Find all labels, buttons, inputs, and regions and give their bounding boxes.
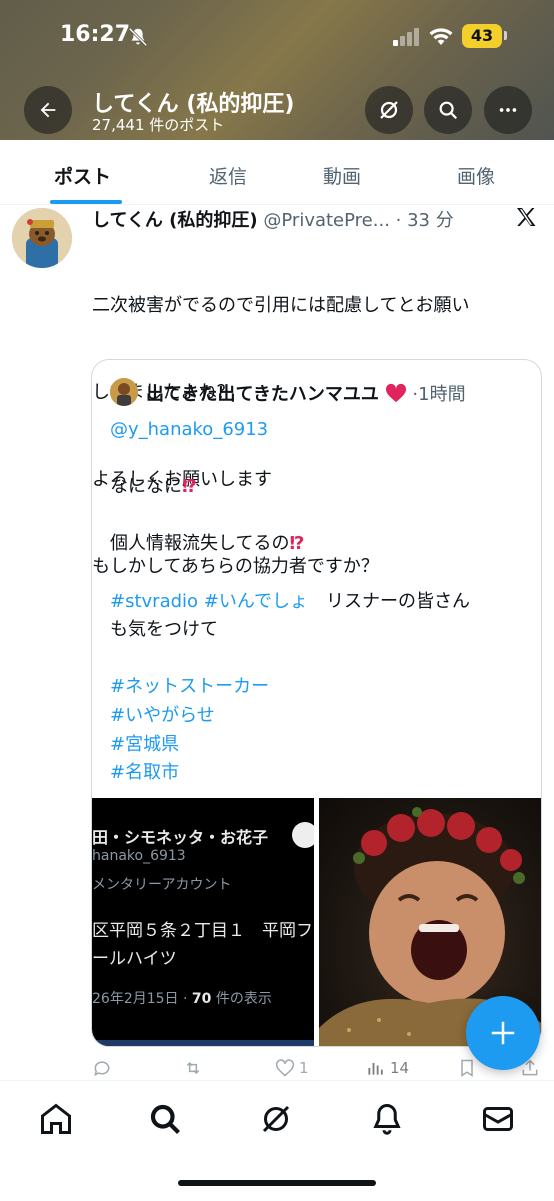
battery-indicator: 43 <box>462 24 502 48</box>
media-address-line: 区平岡５条２丁目１ 平岡フ <box>92 921 313 941</box>
quoted-body: @y_hanako_6913 なになに⁉ 個人情報流失してるの⁉ #stvrad… <box>110 416 530 788</box>
grok-icon <box>380 101 398 119</box>
media-views-count: 70 <box>191 991 212 1007</box>
reply-button[interactable] <box>92 1058 112 1078</box>
tab-videos[interactable]: 動画 <box>323 162 361 189</box>
grok-icon <box>262 1105 290 1133</box>
search-icon <box>150 1104 180 1134</box>
back-button[interactable] <box>24 86 72 134</box>
quoted-line: なになに⁉ <box>110 473 530 502</box>
profile-tabs: ポスト 返信 動画 画像 <box>0 142 554 205</box>
media-address-line: ールハイツ <box>92 949 177 969</box>
x-logo-icon[interactable] <box>514 205 538 229</box>
home-icon <box>41 1103 71 1134</box>
media-date-line: 26年2月15日 · 70 件の表示 <box>92 988 272 1008</box>
heart-icon <box>385 383 406 403</box>
nav-messages[interactable] <box>480 1101 516 1137</box>
grok-button[interactable] <box>365 86 413 134</box>
media-follow-button-fragment <box>292 822 314 848</box>
quoted-line-text: 個人情報流失してるの <box>110 533 290 555</box>
status-time: 16:27 <box>60 22 131 47</box>
hashtag[interactable]: #stvradio <box>110 591 198 612</box>
media-views-label: 件の表示 <box>211 991 272 1007</box>
more-button[interactable] <box>484 86 532 134</box>
post-author-handle[interactable]: @PrivatePre... <box>263 210 390 231</box>
notifications-icon <box>373 1103 401 1135</box>
messages-icon <box>483 1107 513 1131</box>
media-screenshot-image[interactable]: 田・シモネッタ・お花子 hanako_6913 メンタリーアカウント 区平岡５条… <box>92 798 314 1046</box>
bookmark-icon <box>461 1059 473 1077</box>
active-tab-indicator <box>50 200 122 204</box>
post-author-name[interactable]: してくん (私的抑圧) <box>92 210 258 231</box>
post-action-bar: 1 14 <box>0 1058 554 1082</box>
battery-tip <box>504 31 507 40</box>
hashtag[interactable]: #ネットストーカー <box>110 673 530 702</box>
media-date: 26年2月15日 · <box>92 991 192 1007</box>
repost-button[interactable] <box>183 1058 203 1078</box>
nav-search[interactable] <box>147 1101 183 1137</box>
nav-home[interactable] <box>38 1101 74 1137</box>
quoted-time: ·1時間 <box>412 384 466 405</box>
exclamation-question-emoji: ⁉ <box>289 533 305 555</box>
hashtag[interactable]: #宮城県 <box>110 731 530 760</box>
header-nav: してくん (私的抑圧) 27,441 件のポスト <box>0 80 554 140</box>
signal-icon <box>393 28 419 46</box>
exclamation-question-emoji: ⁉ <box>182 476 197 498</box>
like-button[interactable]: 1 <box>275 1058 309 1078</box>
hashtag[interactable]: #いやがらせ <box>110 702 530 731</box>
back-arrow-icon <box>40 102 56 118</box>
quoted-line: #stvradio #いんでしょ リスナーの皆さん <box>110 588 530 617</box>
like-icon <box>275 1059 295 1077</box>
bookmark-button[interactable] <box>458 1058 476 1078</box>
media-bottom-bar <box>92 1040 314 1046</box>
header-post-count: 27,441 件のポスト <box>92 116 225 134</box>
quoted-line-text: なになに <box>110 476 182 498</box>
quoted-line-text: リスナーの皆さん <box>325 590 470 612</box>
post-header: してくん (私的抑圧) @PrivatePre... · 33 分 <box>92 206 512 232</box>
like-count: 1 <box>299 1059 309 1077</box>
more-icon <box>499 108 517 112</box>
quoted-line-text: も気をつけて <box>110 619 218 641</box>
avatar-illustration <box>12 208 72 268</box>
repost-icon <box>186 1061 200 1075</box>
quoted-header: 出てきた出てきたハンマユユ ·1時間 <box>146 380 466 406</box>
search-icon <box>439 101 458 120</box>
quoted-line: 個人情報流失してるの⁉ <box>110 530 530 559</box>
views-count: 14 <box>390 1059 410 1077</box>
reply-icon <box>94 1061 110 1077</box>
post-text-line: 二次被害がでるので引用には配慮してとお願い <box>92 295 470 316</box>
views-button[interactable]: 14 <box>366 1058 409 1078</box>
media-profile-handle: hanako_6913 <box>92 848 186 864</box>
media-account-type: メンタリーアカウント <box>92 877 232 893</box>
tab-replies[interactable]: 返信 <box>209 162 247 189</box>
plus-icon <box>491 1021 515 1045</box>
media-profile-name: 田・シモネッタ・お花子 <box>92 828 269 847</box>
hashtag[interactable]: #いんでしょ <box>204 591 308 612</box>
compose-button[interactable] <box>466 996 540 1070</box>
post-time: · 33 分 <box>395 210 454 231</box>
nav-notifications[interactable] <box>369 1101 405 1137</box>
tab-images[interactable]: 画像 <box>457 162 495 189</box>
header-search-button[interactable] <box>424 86 472 134</box>
silent-bell-icon <box>128 27 148 47</box>
home-indicator <box>178 1180 376 1186</box>
quoted-author-avatar <box>110 378 138 406</box>
quoted-mention[interactable]: @y_hanako_6913 <box>110 416 530 445</box>
nav-grok[interactable] <box>258 1101 294 1137</box>
quoted-post[interactable]: 出てきた出てきたハンマユユ ·1時間 @y_hanako_6913 なになに⁉ … <box>91 359 542 1047</box>
views-icon <box>368 1063 383 1075</box>
hashtag[interactable]: #名取市 <box>110 759 530 788</box>
quoted-author-name: 出てきた出てきたハンマユユ <box>146 384 379 405</box>
author-avatar[interactable] <box>12 208 72 268</box>
status-bar: 16:27 43 <box>0 18 554 58</box>
tab-posts[interactable]: ポスト <box>54 162 111 189</box>
wifi-icon <box>429 28 453 45</box>
